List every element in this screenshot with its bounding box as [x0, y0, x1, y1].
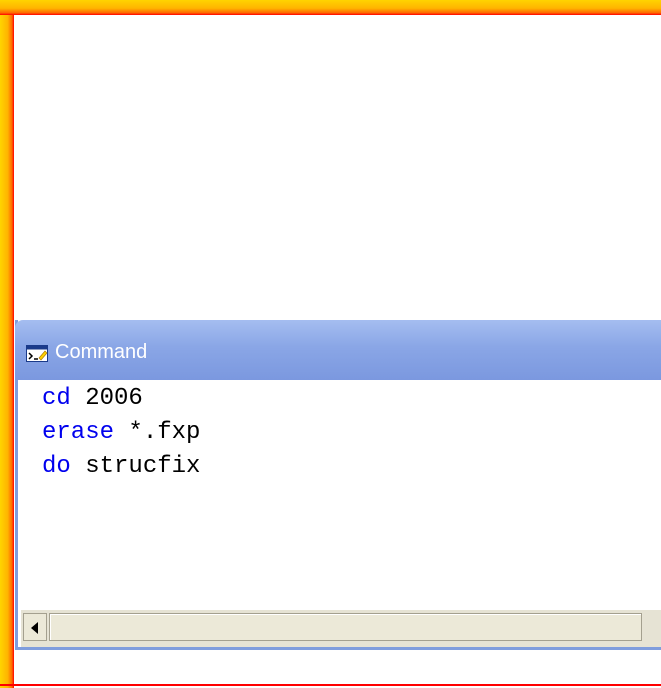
command-input-area[interactable]: cd 2006 erase *.fxp do strucfix: [18, 380, 661, 610]
command-keyword: do: [42, 453, 71, 480]
highlight-glow-left: [0, 0, 14, 688]
command-argument: *.fxp: [114, 419, 201, 446]
command-window-icon: [26, 345, 48, 362]
highlight-glow-top: [0, 0, 661, 15]
command-argument: strucfix: [70, 453, 201, 480]
command-argument: 2006: [70, 385, 143, 412]
command-window-titlebar[interactable]: Command: [15, 320, 661, 380]
command-keyword: erase: [42, 419, 115, 446]
highlight-line-bottom: [0, 684, 661, 686]
command-line-3[interactable]: do strucfix: [42, 452, 200, 482]
command-keyword: cd: [42, 385, 71, 412]
scroll-left-button[interactable]: [23, 613, 47, 641]
command-window-title: Command: [55, 341, 148, 363]
command-window: Command cd 2006 erase *.fxp do strucfix: [15, 320, 661, 650]
command-line-2[interactable]: erase *.fxp: [42, 418, 200, 448]
arrow-left-icon: [31, 622, 38, 634]
scrollbar-thumb[interactable]: [49, 613, 642, 641]
horizontal-scrollbar[interactable]: [21, 610, 661, 647]
command-line-1[interactable]: cd 2006: [42, 384, 143, 414]
